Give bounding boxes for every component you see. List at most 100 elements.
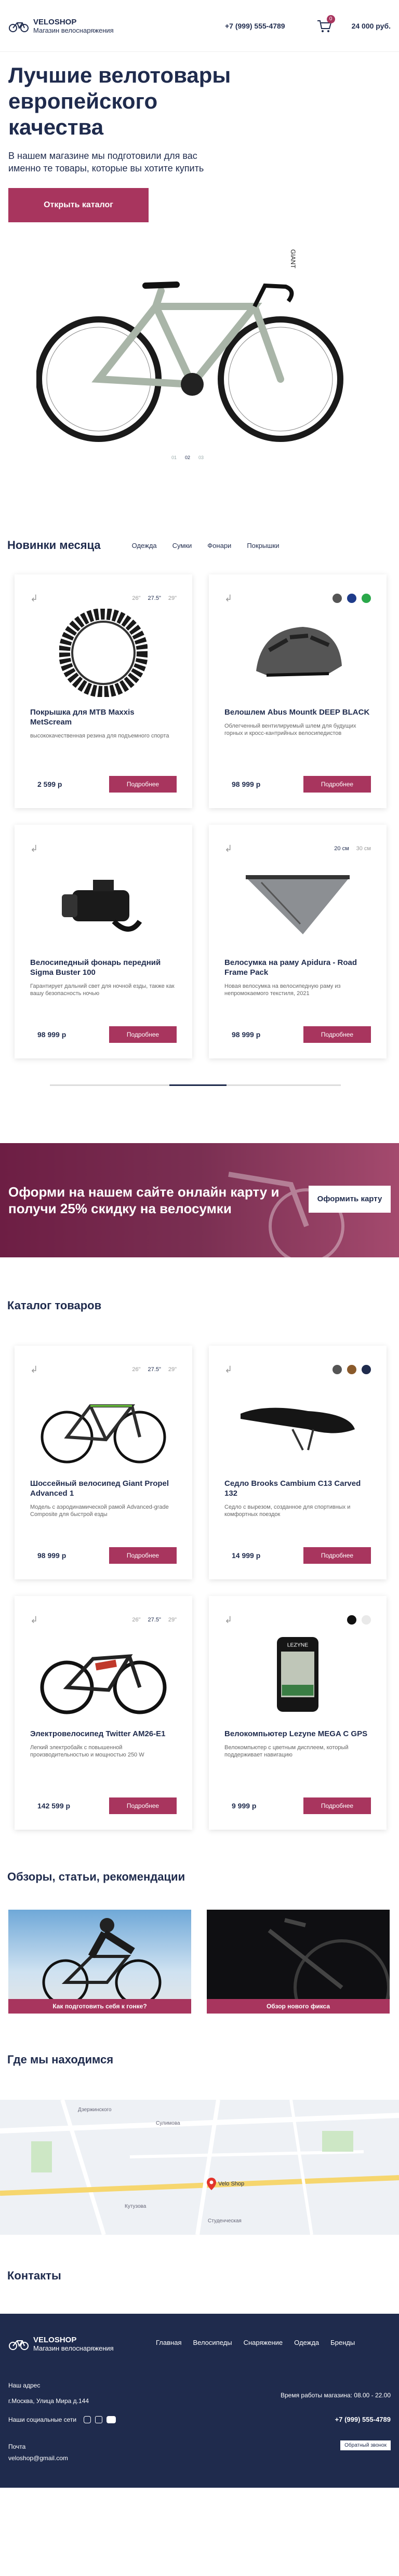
road-bike-image <box>30 1380 177 1468</box>
map-marker[interactable]: Velo Shop <box>207 2178 244 2190</box>
product-title: Покрышка для MTB Maxxis MetScream <box>30 708 135 727</box>
size-selector: 26" 27.5" 29" <box>132 595 177 601</box>
street-label: Студенческая <box>208 2218 242 2224</box>
details-button[interactable]: Подробнее <box>109 1026 177 1043</box>
logo-subtitle: Магазин велоснаряжения <box>33 2344 114 2352</box>
section-title: Новинки месяца <box>7 539 101 552</box>
review-card[interactable]: Обзор нового фикса <box>207 1910 390 2014</box>
youtube-icon[interactable] <box>107 2416 116 2423</box>
return-arrow-icon[interactable]: ↲ <box>30 1364 38 1375</box>
facebook-icon[interactable] <box>95 2416 103 2423</box>
hero: Лучшие велотовары европейского качества … <box>0 52 399 460</box>
svg-text:LEZYNE: LEZYNE <box>287 1642 308 1648</box>
return-arrow-icon[interactable]: ↲ <box>224 1364 232 1375</box>
size-option[interactable]: 29" <box>168 1617 177 1623</box>
street-label: Кутузова <box>125 2204 147 2209</box>
color-option[interactable] <box>347 1365 356 1374</box>
size-option[interactable]: 27.5" <box>148 595 161 601</box>
footer-phone[interactable]: +7 (999) 555-4789 <box>335 2416 391 2423</box>
cart-button[interactable]: 0 <box>316 15 335 34</box>
footer-social: Наши социальные сети <box>8 2416 116 2424</box>
details-button[interactable]: Подробнее <box>303 1547 371 1564</box>
product-card: ↲ 20 см 30 см Велосумка на раму Apidura … <box>209 825 387 1058</box>
mail-value[interactable]: veloshop@gmail.com <box>8 2454 68 2462</box>
size-option[interactable]: 20 см <box>334 846 349 852</box>
return-arrow-icon[interactable]: ↲ <box>30 1615 38 1626</box>
size-option[interactable]: 26" <box>132 595 140 601</box>
return-arrow-icon[interactable]: ↲ <box>30 843 38 854</box>
product-price: 14 999 р <box>232 1551 261 1560</box>
bicycle-icon <box>9 22 29 32</box>
color-option[interactable] <box>362 594 371 603</box>
color-option[interactable] <box>332 1365 342 1374</box>
review-card[interactable]: Как подготовить себя к гонке? <box>8 1910 191 2014</box>
size-option[interactable]: 30 см <box>356 846 371 852</box>
footer-nav-brands[interactable]: Бренды <box>330 2339 355 2346</box>
footer-address: Наш адрес г.Москва, Улица Мира д.144 <box>8 2381 89 2405</box>
product-title: Шоссейный велосипед Giant Propel Advance… <box>30 1479 169 1498</box>
product-title: Седло Brooks Cambium C13 Carved 132 <box>224 1479 361 1498</box>
size-option[interactable]: 26" <box>132 1366 140 1373</box>
color-option[interactable] <box>362 1365 371 1374</box>
footer-mail: Почта veloshop@gmail.com <box>8 2443 68 2462</box>
details-button[interactable]: Подробнее <box>303 776 371 793</box>
color-option[interactable] <box>362 1615 371 1625</box>
size-option[interactable]: 26" <box>132 1617 140 1623</box>
review-caption: Обзор нового фикса <box>207 1999 390 2014</box>
details-button[interactable]: Подробнее <box>109 776 177 793</box>
product-title: Велосумка на раму Apidura - Road Frame P… <box>224 958 357 977</box>
product-title: Электровелосипед Twitter AM26-E1 <box>30 1729 166 1738</box>
instagram-icon[interactable] <box>84 2416 91 2423</box>
open-catalog-button[interactable]: Открыть каталог <box>8 188 149 222</box>
size-option[interactable]: 29" <box>168 595 177 601</box>
footer-nav-bikes[interactable]: Велосипеды <box>193 2339 232 2346</box>
slider-progress[interactable] <box>50 1084 341 1086</box>
product-description: Новая велосумка на велосипедную раму из … <box>224 983 341 997</box>
product-price: 98 999 р <box>37 1030 66 1039</box>
road-bike-image: GIANT <box>36 249 343 442</box>
details-button[interactable]: Подробнее <box>109 1547 177 1564</box>
product-price: 98 999 р <box>37 1551 66 1560</box>
product-price: 98 999 р <box>232 1030 261 1039</box>
details-button[interactable]: Подробнее <box>303 1797 371 1814</box>
tab-lights[interactable]: Фонари <box>207 542 231 549</box>
helmet-image <box>224 609 371 697</box>
details-button[interactable]: Подробнее <box>109 1797 177 1814</box>
return-arrow-icon[interactable]: ↲ <box>224 843 232 854</box>
header-phone[interactable]: +7 (999) 555-4789 <box>225 22 285 30</box>
return-arrow-icon[interactable]: ↲ <box>224 1615 232 1626</box>
slider-thumb[interactable] <box>169 1084 227 1086</box>
size-option[interactable]: 27.5" <box>148 1617 161 1623</box>
site-footer: VELOSHOP Магазин велоснаряжения Главная … <box>0 2314 399 2488</box>
size-option[interactable]: 29" <box>168 1366 177 1373</box>
tire-image <box>30 609 177 697</box>
hero-slider-dots: 01 02 03 <box>171 455 204 460</box>
size-option[interactable]: 27.5" <box>148 1366 161 1373</box>
tab-bags[interactable]: Сумки <box>172 542 192 549</box>
tab-clothing[interactable]: Одежда <box>132 542 157 549</box>
tab-tires[interactable]: Покрышки <box>247 542 279 549</box>
get-card-button[interactable]: Оформить карту <box>309 1186 391 1213</box>
map-title: Где мы находимся <box>7 2053 114 2066</box>
return-arrow-icon[interactable]: ↲ <box>30 593 38 604</box>
return-arrow-icon[interactable]: ↲ <box>224 593 232 604</box>
slider-dot[interactable]: 03 <box>198 455 204 460</box>
product-description: Велокомпьютер с цветным дисплеем, которы… <box>224 1745 349 1758</box>
mail-label: Почта <box>8 2443 26 2450</box>
hero-title: Лучшие велотовары европейского качества <box>8 63 231 139</box>
product-description: Легкий электробайк с повышенной производ… <box>30 1745 144 1758</box>
color-option[interactable] <box>332 594 342 603</box>
product-description: Гарантирует дальний свет для ночной езды… <box>30 983 175 997</box>
footer-nav-home[interactable]: Главная <box>156 2339 181 2346</box>
map-canvas <box>0 2100 399 2235</box>
footer-nav-gear[interactable]: Снаряжение <box>244 2339 283 2346</box>
color-option[interactable] <box>347 1615 356 1625</box>
slider-dot[interactable]: 01 <box>171 455 177 460</box>
color-option[interactable] <box>347 594 356 603</box>
location-map[interactable]: Дзержинского Сулимова Кутузова Студенчес… <box>0 2100 399 2235</box>
callback-button[interactable]: Обратный звонок <box>340 2440 391 2450</box>
slider-dot[interactable]: 02 <box>185 455 190 460</box>
logo[interactable]: VELOSHOP Магазин велоснаряжения <box>8 18 114 34</box>
footer-nav-clothing[interactable]: Одежда <box>294 2339 319 2346</box>
details-button[interactable]: Подробнее <box>303 1026 371 1043</box>
